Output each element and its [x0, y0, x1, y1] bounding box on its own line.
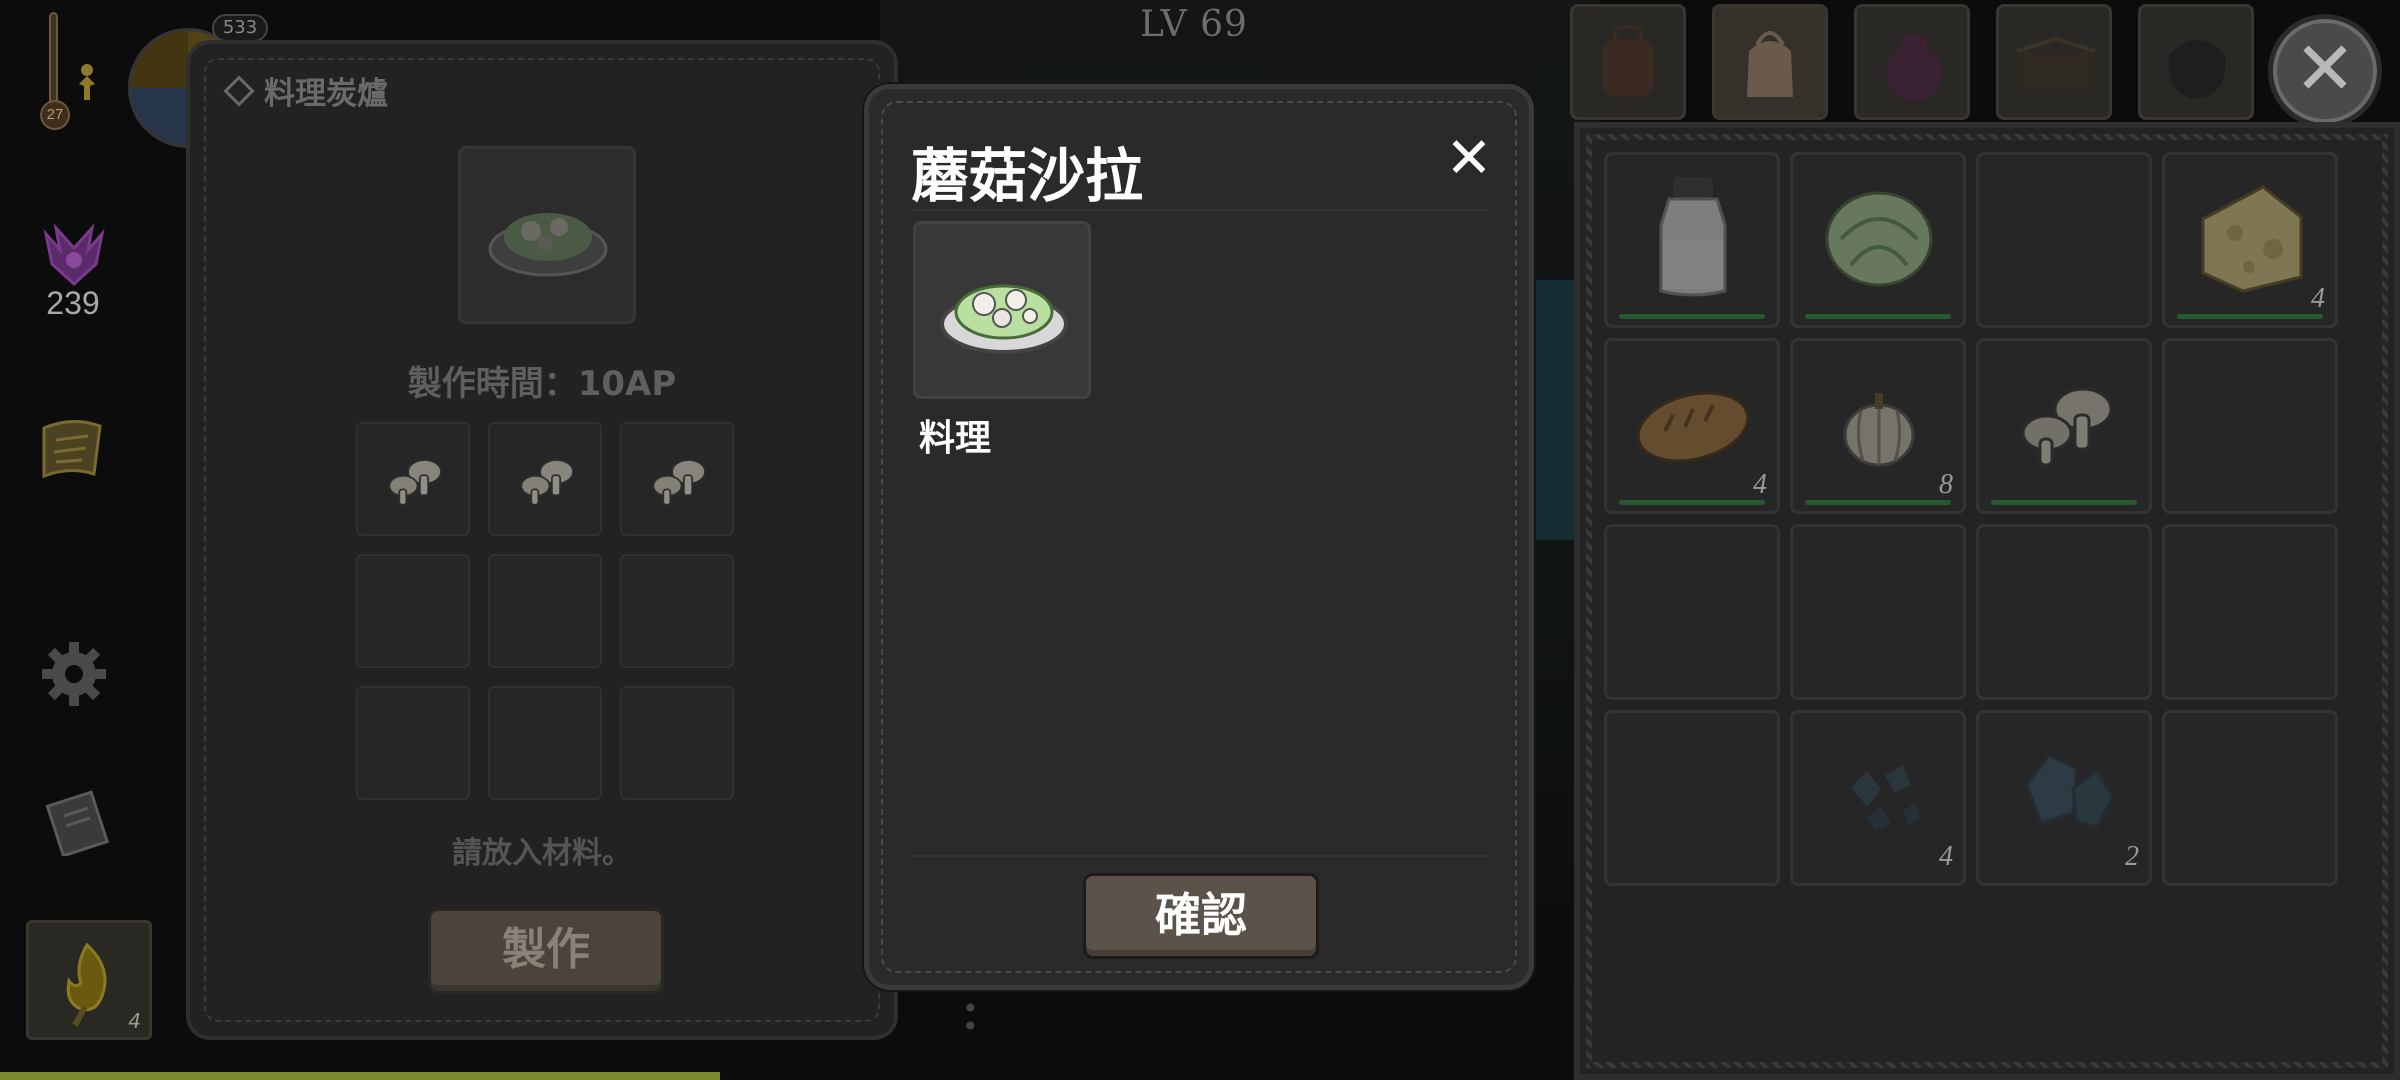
- torch-slot[interactable]: 4: [26, 920, 152, 1040]
- satchel-tab[interactable]: [1712, 4, 1828, 120]
- chest-tab[interactable]: [1996, 4, 2112, 120]
- salad-icon: [488, 213, 608, 277]
- player-level: LV 69: [1140, 4, 1248, 45]
- mushroom-icon: [2021, 387, 2113, 467]
- ingredient-grid: [356, 422, 734, 800]
- freshness-bar: [1619, 500, 1765, 505]
- inventory-slot[interactable]: [1790, 152, 1966, 328]
- diamond-icon: [223, 74, 255, 107]
- pumpkin-icon: [1843, 393, 1915, 467]
- mushroom-icon: [388, 459, 442, 506]
- inventory-slot[interactable]: [1604, 152, 1780, 328]
- inventory-slot[interactable]: [1604, 710, 1780, 886]
- inventory-slot[interactable]: 8: [1790, 338, 1966, 514]
- pouch-icon: [1886, 35, 1942, 101]
- crystal-shards-icon: [1851, 765, 1921, 831]
- inventory-slot[interactable]: 4: [1604, 338, 1780, 514]
- recipe-category: 料理: [919, 418, 992, 459]
- mushroom-icon: [652, 459, 706, 506]
- satchel-icon: [1747, 31, 1793, 97]
- close-icon[interactable]: ✕: [1439, 131, 1499, 191]
- freshness-bar: [2177, 314, 2323, 319]
- ingredient-slot[interactable]: [620, 686, 734, 800]
- recipe-item-slot: [913, 221, 1091, 399]
- crystal-icon: [2025, 753, 2115, 829]
- milk-bottle-icon: [1659, 177, 1727, 297]
- inventory-panel: 4 4 8 4 2: [1574, 122, 2400, 1080]
- left-hud: 27 239 4: [0, 0, 152, 1080]
- item-quantity: 4: [1753, 469, 1767, 500]
- ingredient-slot[interactable]: [356, 422, 470, 536]
- stove-title: 料理炭爐: [223, 68, 388, 113]
- mushroom-salad-icon: [940, 284, 1068, 354]
- pouch-tab[interactable]: [1854, 4, 1970, 120]
- dial-badge: 533: [212, 14, 268, 42]
- ingredient-slot[interactable]: [488, 686, 602, 800]
- temperature-value: 27: [40, 100, 70, 130]
- freshness-bar: [1991, 500, 2137, 505]
- ingredient-slot[interactable]: [620, 554, 734, 668]
- purple-sanity-icon[interactable]: [36, 224, 112, 294]
- cheese-icon: [2201, 185, 2303, 293]
- ingredient-slot[interactable]: [356, 686, 470, 800]
- inventory-slot[interactable]: 4: [1790, 710, 1966, 886]
- ingredient-slot[interactable]: [488, 554, 602, 668]
- item-quantity: 2: [2125, 841, 2139, 872]
- item-quantity: 8: [1939, 469, 1953, 500]
- inventory-grid: 4 4 8 4 2: [1604, 152, 2338, 886]
- stove-hint: 請放入材料。: [452, 836, 632, 871]
- thermometer-icon: 27: [40, 12, 70, 132]
- inventory-slot[interactable]: [1976, 152, 2152, 328]
- cabbage-icon: [1825, 191, 1933, 287]
- inventory-slot[interactable]: [2162, 710, 2338, 886]
- freshness-bar: [1805, 314, 1951, 319]
- freshness-bar: [1805, 500, 1951, 505]
- map-scroll-icon[interactable]: [36, 414, 110, 484]
- stove-output-slot[interactable]: [458, 146, 636, 324]
- bread-icon: [1636, 391, 1750, 463]
- modal-divider-bottom: [911, 855, 1489, 857]
- inventory-slot[interactable]: [2162, 524, 2338, 700]
- stove-title-text: 料理炭爐: [264, 76, 388, 112]
- cooking-stove-panel: 料理炭爐 製作時間：10AP 請放入材料。 製作: [186, 40, 898, 1040]
- ingredient-slot[interactable]: [488, 422, 602, 536]
- bag-icon: [2168, 40, 2226, 99]
- ingredient-slot[interactable]: [620, 422, 734, 536]
- item-quantity: 4: [2311, 283, 2325, 314]
- inventory-slot[interactable]: 2: [1976, 710, 2152, 886]
- inventory-slot[interactable]: [1604, 524, 1780, 700]
- bag-tab[interactable]: [2138, 4, 2254, 120]
- journal-icon[interactable]: [44, 790, 110, 856]
- close-inventory-button[interactable]: ✕: [2268, 14, 2382, 128]
- freshness-bar: [1619, 314, 1765, 319]
- torch-count: 4: [128, 1009, 141, 1033]
- backpack-tab[interactable]: [1570, 4, 1686, 120]
- confirm-button[interactable]: 確認: [1083, 873, 1319, 959]
- mushroom-icon: [520, 459, 574, 506]
- person-icon: [79, 64, 95, 100]
- chest-icon: [2016, 36, 2096, 89]
- gear-icon[interactable]: [40, 640, 108, 708]
- fire-torch-icon: [66, 942, 107, 1027]
- inventory-slot[interactable]: [1976, 524, 2152, 700]
- inventory-slot[interactable]: [1976, 338, 2152, 514]
- modal-divider-top: [911, 209, 1489, 211]
- craft-time-label: 製作時間：10AP: [407, 364, 677, 404]
- purple-count: 239: [46, 285, 100, 321]
- more-dots-icon: • •: [962, 992, 979, 1043]
- inventory-slot[interactable]: [2162, 338, 2338, 514]
- modal-title: 蘑菇沙拉: [911, 142, 1144, 210]
- ingredient-slot[interactable]: [356, 554, 470, 668]
- item-quantity: 4: [1939, 841, 1953, 872]
- recipe-modal: 蘑菇沙拉 ✕ 料理 確認: [864, 84, 1534, 990]
- inventory-slot[interactable]: [1790, 524, 1966, 700]
- backpack-icon: [1603, 25, 1653, 97]
- inventory-slot[interactable]: 4: [2162, 152, 2338, 328]
- inventory-tabs: [1570, 4, 2254, 120]
- make-button[interactable]: 製作: [428, 908, 664, 994]
